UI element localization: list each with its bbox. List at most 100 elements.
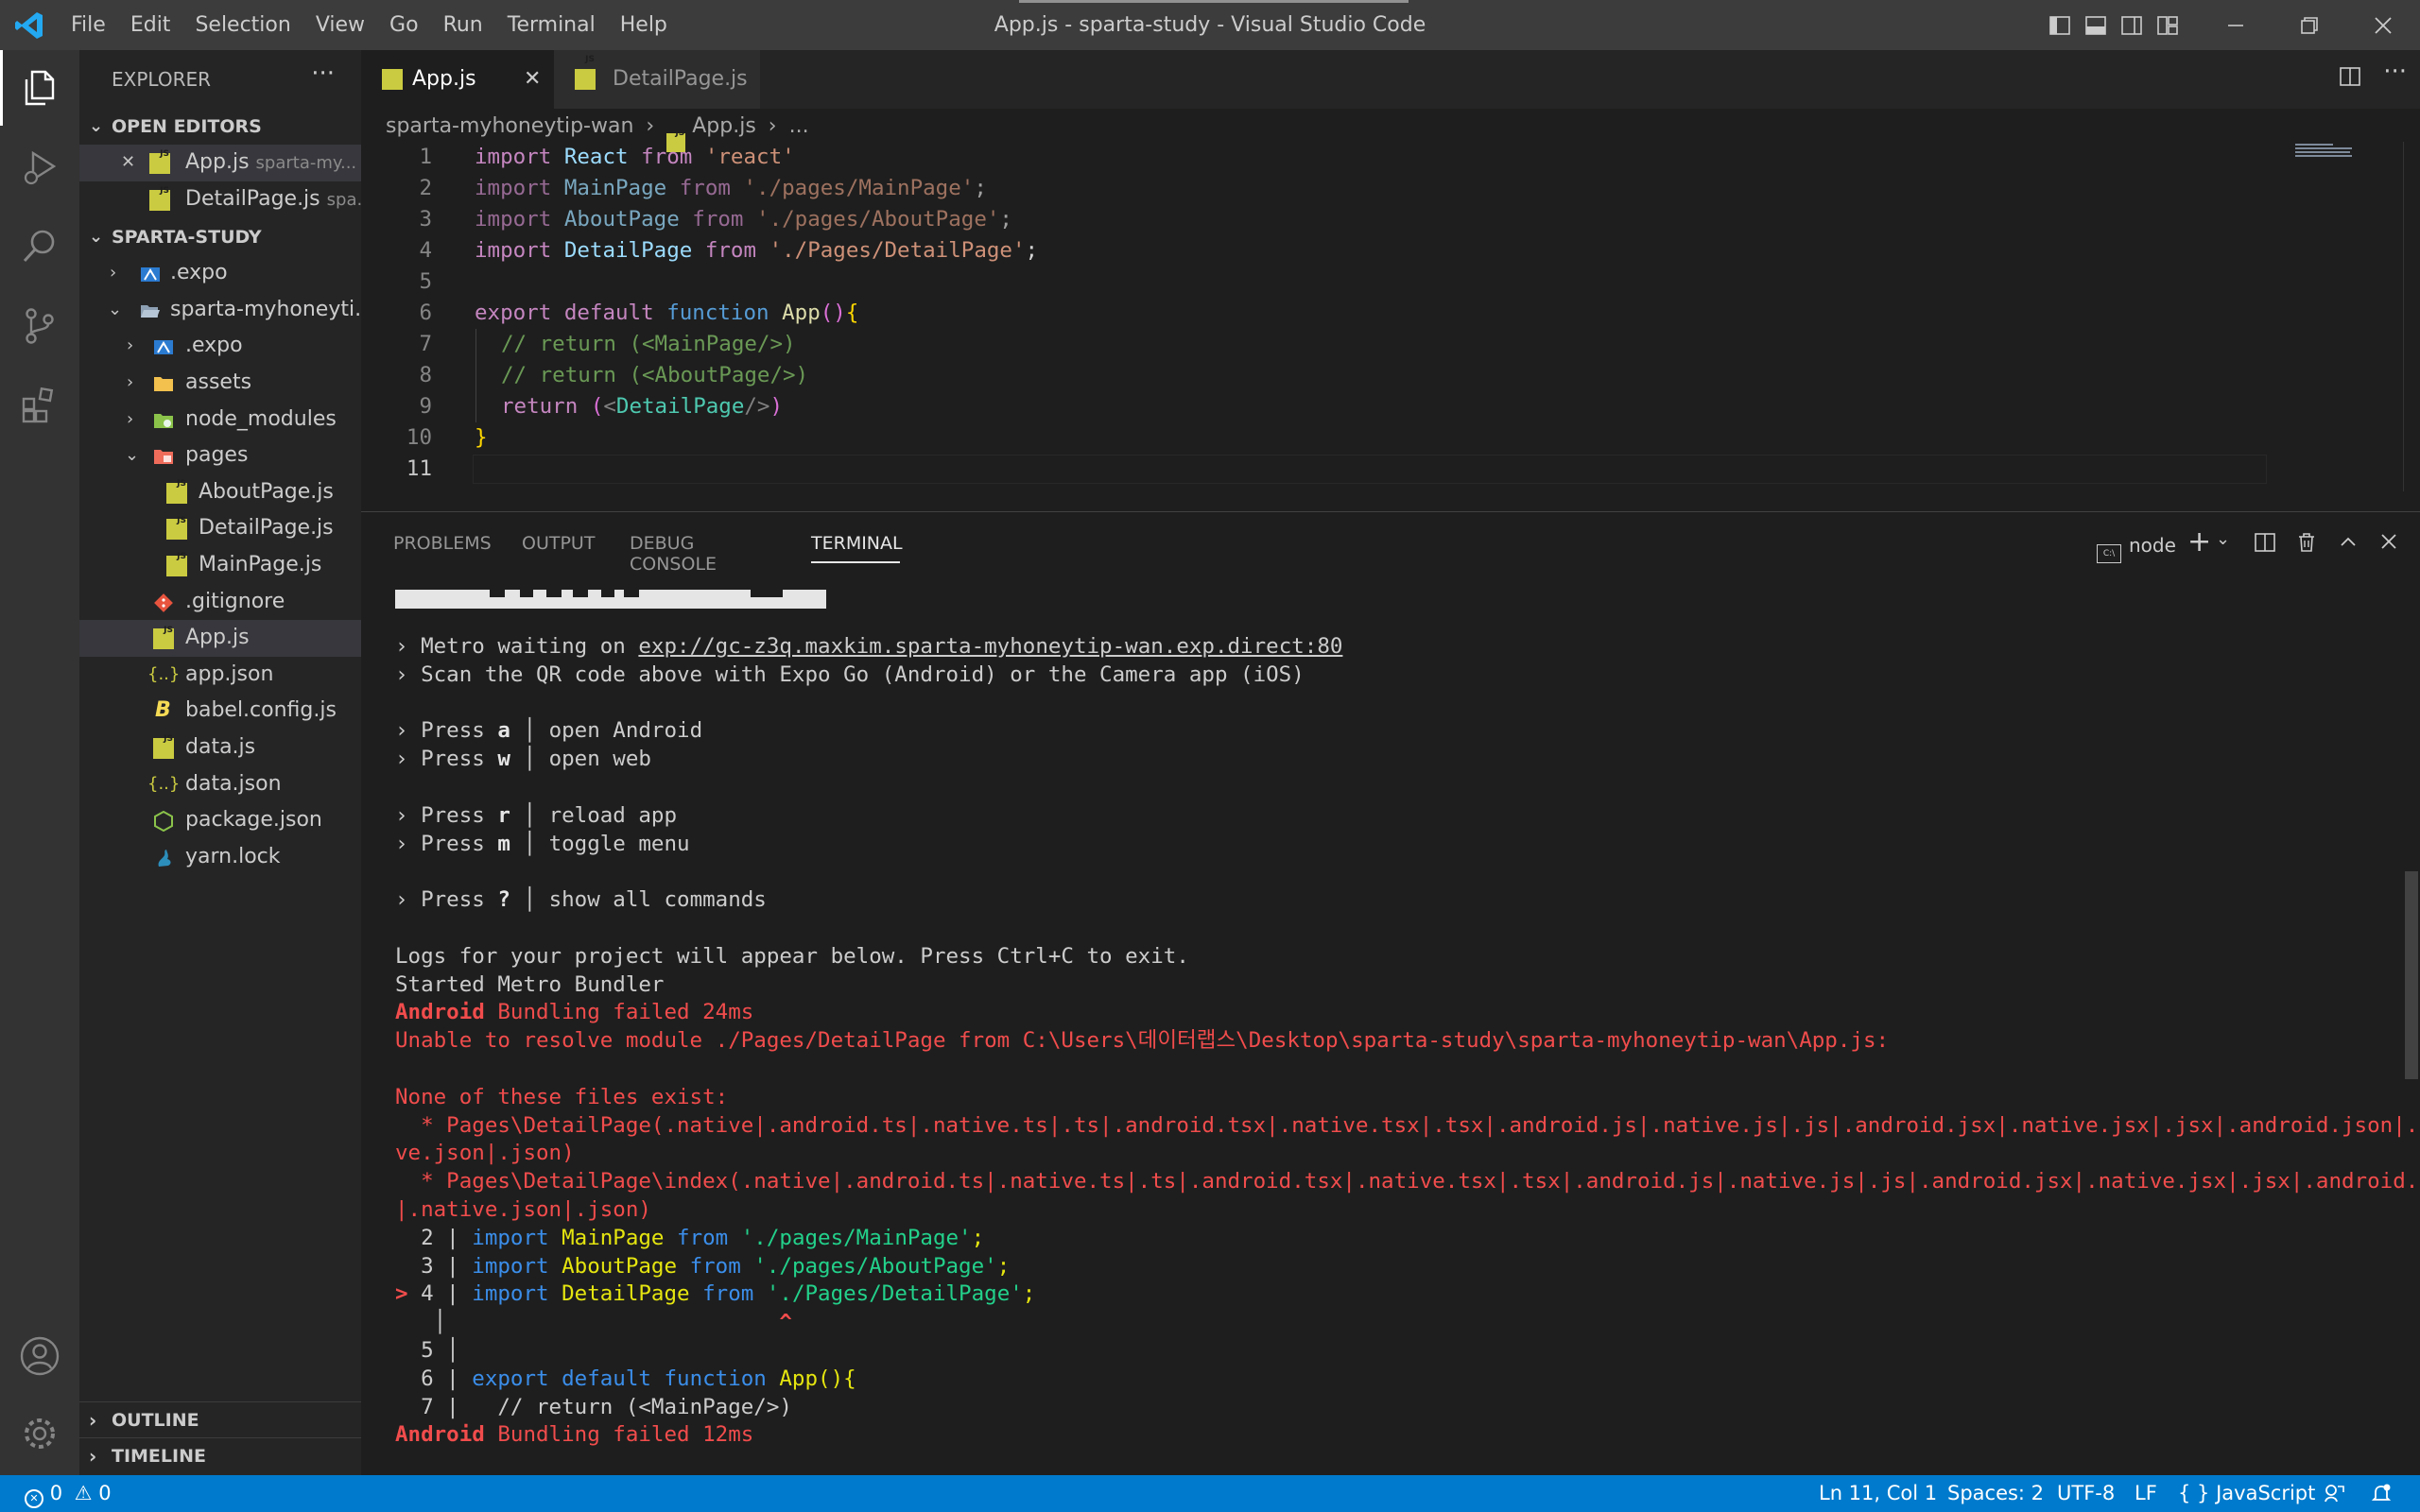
timeline-section[interactable]: › TIMELINE xyxy=(79,1437,361,1473)
accounts-icon[interactable] xyxy=(0,1318,79,1394)
menu-file[interactable]: File xyxy=(59,13,118,37)
tree-item-app-js[interactable]: JS App.js xyxy=(79,620,361,657)
breadcrumb-folder[interactable]: sparta-myhoneytip-wan xyxy=(386,114,633,138)
tree-item-package-json[interactable]: package.json xyxy=(79,802,361,839)
indentation-status[interactable]: Spaces: 2 xyxy=(1947,1475,2044,1512)
eol-status[interactable]: LF xyxy=(2135,1475,2157,1512)
tab-debug-console[interactable]: DEBUG CONSOLE xyxy=(630,533,717,575)
extensions-icon[interactable] xyxy=(0,368,79,443)
terminal-selector[interactable]: C:\ node xyxy=(2097,531,2176,563)
encoding-status[interactable]: UTF-8 xyxy=(2057,1475,2115,1512)
restore-icon[interactable] xyxy=(2273,0,2346,50)
editor-scrollbar[interactable] xyxy=(2403,142,2420,491)
problems-status[interactable]: ✕ 0 ⚠ 0 xyxy=(25,1475,112,1512)
tree-item-node-modules[interactable]: › node_modules xyxy=(79,402,361,438)
breadcrumb-file[interactable]: App.js xyxy=(692,114,756,138)
tab-output[interactable]: OUTPUT xyxy=(522,533,595,554)
tree-item-assets[interactable]: › assets xyxy=(79,365,361,402)
code-token: DetailPage xyxy=(615,394,745,419)
terminal-text: 3 xyxy=(421,1253,434,1279)
nodejs-icon xyxy=(154,811,173,833)
code-token: './pages/AboutPage' xyxy=(756,207,1000,232)
terminal-scrollbar-thumb[interactable] xyxy=(2405,871,2418,1079)
explorer-icon[interactable] xyxy=(0,50,82,126)
minimap[interactable] xyxy=(2291,142,2397,168)
project-section[interactable]: ⌄ SPARTA-STUDY xyxy=(79,219,361,255)
tree-item-babel-config[interactable]: B babel.config.js xyxy=(79,693,361,730)
search-icon[interactable] xyxy=(0,209,79,284)
code-editor[interactable]: 1 import React from 'react' 2 import MainP… xyxy=(361,142,2420,491)
toggle-panel-icon[interactable] xyxy=(2078,0,2114,50)
menu-help[interactable]: Help xyxy=(608,13,680,37)
notifications-bell-icon[interactable] xyxy=(2371,1475,2392,1512)
terminal-text: './pages/MainPage' xyxy=(740,1225,972,1250)
tree-item-project-folder[interactable]: ⌄ sparta-myhoneyti... xyxy=(79,292,361,329)
tree-item-detailpage[interactable]: JS DetailPage.js xyxy=(79,510,361,547)
manage-gear-icon[interactable] xyxy=(0,1396,79,1471)
toggle-secondary-sidebar-icon[interactable] xyxy=(2114,0,2150,50)
project-label: SPARTA-STUDY xyxy=(112,227,262,249)
metro-url-link[interactable]: exp://gc-z3q.maxkim.sparta-myhoneytip-wa… xyxy=(638,634,1342,659)
customize-layout-icon[interactable] xyxy=(2150,0,2186,50)
more-actions-icon[interactable]: ··· xyxy=(311,44,335,103)
chevron-down-icon: ⌄ xyxy=(108,299,123,319)
terminal-text: ; xyxy=(996,1253,1011,1279)
tab-problems[interactable]: PROBLEMS xyxy=(393,533,492,554)
cursor-position[interactable]: Ln 11, Col 1 xyxy=(1819,1475,1937,1512)
language-mode[interactable]: { } JavaScript xyxy=(2178,1475,2315,1512)
maximize-panel-icon[interactable] xyxy=(2337,531,2360,558)
tree-item-aboutpage[interactable]: JS AboutPage.js xyxy=(79,474,361,511)
minimize-icon[interactable] xyxy=(2199,0,2273,50)
close-tab-icon[interactable]: ✕ xyxy=(524,50,541,109)
tree-item-pages[interactable]: ⌄ pages xyxy=(79,438,361,474)
close-icon[interactable]: ✕ xyxy=(121,145,135,181)
terminal-line: › Press m │ toggle menu xyxy=(395,831,690,856)
terminal-text: ^ xyxy=(779,1310,792,1335)
menu-go[interactable]: Go xyxy=(377,13,431,37)
outline-section[interactable]: › OUTLINE xyxy=(79,1401,361,1437)
terminal-text: import xyxy=(472,1225,549,1250)
shortcut-desc: open Android xyxy=(548,718,703,744)
toggle-primary-sidebar-icon[interactable] xyxy=(2042,0,2078,50)
tab-detailpage-js[interactable]: JS DetailPage.js xyxy=(554,50,760,109)
menu-run[interactable]: Run xyxy=(431,13,495,37)
open-editor-item[interactable]: ✕ JS App.js sparta-my... xyxy=(79,145,361,181)
tree-item-data-json[interactable]: {..} data.json xyxy=(79,766,361,803)
feedback-icon[interactable] xyxy=(2324,1475,2344,1512)
menu-edit[interactable]: Edit xyxy=(118,13,183,37)
run-and-debug-icon[interactable] xyxy=(0,129,79,205)
status-bar: ✕ 0 ⚠ 0 Ln 11, Col 1 Spaces: 2 UTF-8 LF … xyxy=(0,1475,2420,1512)
menu-view[interactable]: View xyxy=(303,13,377,37)
new-terminal-icon[interactable]: + xyxy=(2187,525,2211,558)
code-token: ( xyxy=(590,394,604,419)
terminal-blank xyxy=(395,858,2399,886)
code-token: from xyxy=(641,145,693,169)
tree-item-mainpage[interactable]: JS MainPage.js xyxy=(79,547,361,584)
tree-item-gitignore[interactable]: .gitignore xyxy=(79,584,361,621)
braces-icon: { } xyxy=(2178,1482,2210,1504)
tree-item-app-json[interactable]: {..} app.json xyxy=(79,657,361,694)
tree-item-yarn-lock[interactable]: yarn.lock xyxy=(79,839,361,876)
tab-terminal[interactable]: TERMINAL xyxy=(811,533,903,554)
menu-selection[interactable]: Selection xyxy=(182,13,302,37)
tree-item-expo[interactable]: › .expo xyxy=(79,328,361,365)
terminal-blank xyxy=(395,1056,2399,1084)
breadcrumb-symbol[interactable]: ... xyxy=(789,114,809,138)
tree-item-data-js[interactable]: JS data.js xyxy=(79,730,361,766)
split-terminal-icon[interactable] xyxy=(2254,531,2276,558)
tab-app-js[interactable]: JS App.js ✕ xyxy=(361,50,554,109)
source-control-icon[interactable] xyxy=(0,288,79,364)
close-window-icon[interactable] xyxy=(2346,0,2420,50)
close-panel-icon[interactable] xyxy=(2378,531,2399,556)
split-editor-icon[interactable] xyxy=(2339,65,2365,92)
tree-item-label: data.json xyxy=(185,771,282,796)
tree-item-label: assets xyxy=(185,369,252,394)
tree-item-expo[interactable]: › .expo xyxy=(79,255,361,292)
trash-icon[interactable] xyxy=(2295,531,2318,558)
chevron-down-icon[interactable]: ⌄ xyxy=(2216,529,2230,549)
code-token: import xyxy=(475,145,552,169)
terminal-output[interactable]: › Metro waiting on exp://gc-z3q.maxkim.s… xyxy=(395,590,2420,1450)
open-editors-section[interactable]: ⌄ OPEN EDITORS xyxy=(79,109,361,145)
open-editor-item[interactable]: JS DetailPage.js spa... xyxy=(79,181,361,218)
more-actions-icon[interactable]: ··· xyxy=(2383,58,2407,86)
